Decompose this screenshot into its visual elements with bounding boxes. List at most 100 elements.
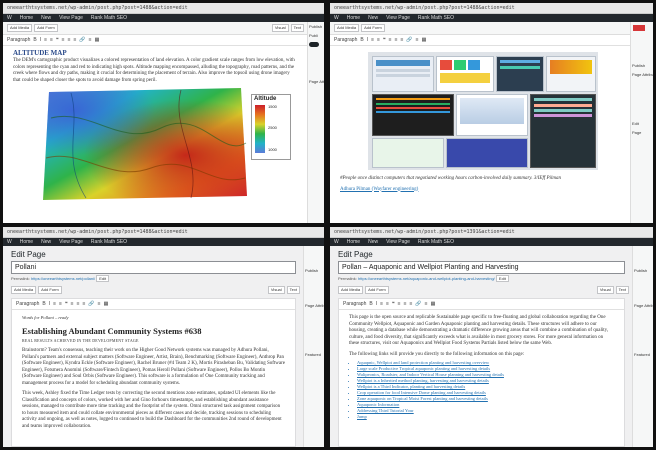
- address-bar[interactable]: oneearthtsystems.net/wp-admin/post.php?p…: [330, 227, 653, 238]
- format-select[interactable]: Paragraph: [343, 301, 366, 307]
- bold-icon[interactable]: B: [42, 301, 45, 307]
- add-media-button[interactable]: Add Media: [11, 286, 37, 294]
- add-media-button[interactable]: Add Media: [338, 286, 364, 294]
- italic-icon[interactable]: I: [367, 37, 368, 43]
- more-icon[interactable]: ≡: [416, 37, 419, 43]
- toggle-switch[interactable]: [309, 42, 319, 47]
- add-form-button[interactable]: Add Form: [38, 286, 62, 294]
- align-right-icon[interactable]: ≡: [73, 37, 76, 43]
- wp-logo-icon[interactable]: W: [7, 14, 12, 22]
- bullet-list-icon[interactable]: ≡: [44, 37, 47, 43]
- sidebar-edit[interactable]: Edit: [631, 119, 653, 128]
- admin-view-page-link[interactable]: View Page: [386, 14, 410, 22]
- numbered-list-icon[interactable]: ≡: [386, 301, 389, 307]
- link-icon[interactable]: 🔗: [415, 301, 421, 307]
- admin-new-link[interactable]: New: [368, 14, 378, 22]
- admin-seo-link[interactable]: Rank Math SEO: [418, 238, 454, 246]
- align-left-icon[interactable]: ≡: [389, 37, 392, 43]
- sidebar-page-attributes[interactable]: Page Attributes: [633, 301, 653, 310]
- admin-seo-link[interactable]: Rank Math SEO: [91, 238, 127, 246]
- list-item[interactable]: Jump: [357, 414, 624, 420]
- permalink-edit-button[interactable]: Edit: [96, 275, 110, 282]
- tab-visual[interactable]: Visual: [271, 24, 289, 32]
- bullet-list-icon[interactable]: ≡: [371, 37, 374, 43]
- caption-anchor[interactable]: Adhura Pilman (Wayfarer engineering): [340, 187, 418, 192]
- admin-seo-link[interactable]: Rank Math SEO: [91, 14, 127, 22]
- italic-icon[interactable]: I: [49, 301, 50, 307]
- align-right-icon[interactable]: ≡: [82, 301, 85, 307]
- admin-view-page-link[interactable]: View Page: [59, 14, 83, 22]
- address-bar[interactable]: oneearthtsystems.net/wp-admin/post.php?p…: [330, 3, 653, 14]
- toolbar-toggle-icon[interactable]: ▦: [431, 301, 436, 307]
- tab-visual[interactable]: Visual: [596, 286, 614, 294]
- address-bar[interactable]: oneearthtsystems.net/wp-admin/post.php?p…: [3, 227, 324, 238]
- publish-button[interactable]: [633, 25, 645, 31]
- wp-logo-icon[interactable]: W: [7, 238, 12, 246]
- admin-home-link[interactable]: Home: [347, 238, 360, 246]
- sidebar-page-attributes[interactable]: Page Attributes: [308, 77, 324, 86]
- bold-icon[interactable]: B: [369, 301, 372, 307]
- add-media-button[interactable]: Add Media: [7, 24, 33, 32]
- admin-home-link[interactable]: Home: [20, 238, 33, 246]
- caption-link[interactable]: Adhura Pilman (Wayfarer engineering): [330, 183, 631, 194]
- quote-icon[interactable]: ❝: [65, 301, 68, 307]
- sidebar-publish[interactable]: Publish: [308, 22, 324, 31]
- bold-icon[interactable]: B: [33, 37, 36, 43]
- link-icon[interactable]: 🔗: [88, 301, 94, 307]
- permalink-edit-button[interactable]: Edit: [495, 275, 509, 282]
- post-title-input[interactable]: Pollan – Aquaponic and Wellpiot Planting…: [338, 261, 625, 274]
- admin-view-page-link[interactable]: View Page: [386, 238, 410, 246]
- align-center-icon[interactable]: ≡: [404, 301, 407, 307]
- more-icon[interactable]: ≡: [89, 37, 92, 43]
- format-select[interactable]: Paragraph: [334, 37, 357, 43]
- more-icon[interactable]: ≡: [425, 301, 428, 307]
- admin-home-link[interactable]: Home: [347, 14, 360, 22]
- editor-frame[interactable]: Paragraph B I ≡ ≡ ❝ ≡ ≡ ≡ 🔗 ≡ ▦ Words fo…: [11, 298, 296, 447]
- toolbar-toggle-icon[interactable]: ▦: [104, 301, 109, 307]
- numbered-list-icon[interactable]: ≡: [377, 37, 380, 43]
- align-right-icon[interactable]: ≡: [400, 37, 403, 43]
- admin-seo-link[interactable]: Rank Math SEO: [418, 14, 454, 22]
- align-right-icon[interactable]: ≡: [409, 301, 412, 307]
- bullet-list-icon[interactable]: ≡: [380, 301, 383, 307]
- admin-new-link[interactable]: New: [41, 14, 51, 22]
- numbered-list-icon[interactable]: ≡: [50, 37, 53, 43]
- add-media-button[interactable]: Add Media: [334, 24, 360, 32]
- sidebar-page-attributes[interactable]: Page Attributes: [631, 70, 653, 79]
- italic-icon[interactable]: I: [40, 37, 41, 43]
- add-form-button[interactable]: Add Form: [361, 24, 385, 32]
- admin-view-page-link[interactable]: View Page: [59, 238, 83, 246]
- link-icon[interactable]: 🔗: [406, 37, 412, 43]
- admin-new-link[interactable]: New: [41, 238, 51, 246]
- quote-icon[interactable]: ❝: [383, 37, 386, 43]
- sidebar-featured[interactable]: Featured: [304, 350, 324, 359]
- sidebar-page-attributes[interactable]: Page Attributes: [304, 301, 324, 310]
- permalink-url[interactable]: https://oneearthtsystems.net/pollani/: [31, 276, 95, 281]
- tab-text[interactable]: Text: [286, 286, 300, 294]
- bullet-list-icon[interactable]: ≡: [53, 301, 56, 307]
- format-select[interactable]: Paragraph: [7, 37, 30, 43]
- tab-text[interactable]: Text: [290, 24, 304, 32]
- format-select[interactable]: Paragraph: [16, 301, 39, 307]
- toolbar-toggle-icon[interactable]: ▦: [422, 37, 427, 43]
- post-title-input[interactable]: Pollani: [11, 261, 296, 274]
- numbered-list-icon[interactable]: ≡: [59, 301, 62, 307]
- tab-visual[interactable]: Visual: [267, 286, 285, 294]
- align-center-icon[interactable]: ≡: [77, 301, 80, 307]
- tab-text[interactable]: Text: [615, 286, 629, 294]
- link-icon[interactable]: 🔗: [79, 37, 85, 43]
- quote-icon[interactable]: ❝: [56, 37, 59, 43]
- sidebar-featured[interactable]: Featured: [633, 350, 653, 359]
- address-bar[interactable]: oneearthtsystems.net/wp-admin/post.php?p…: [3, 3, 324, 14]
- align-left-icon[interactable]: ≡: [398, 301, 401, 307]
- admin-home-link[interactable]: Home: [20, 14, 33, 22]
- permalink-url[interactable]: https://oneearthtsystems.net/aquaponic-a…: [358, 276, 495, 281]
- sidebar-page[interactable]: Page: [631, 128, 653, 137]
- admin-new-link[interactable]: New: [368, 238, 378, 246]
- align-center-icon[interactable]: ≡: [395, 37, 398, 43]
- add-form-button[interactable]: Add Form: [34, 24, 58, 32]
- align-left-icon[interactable]: ≡: [62, 37, 65, 43]
- wp-logo-icon[interactable]: W: [334, 14, 339, 22]
- add-form-button[interactable]: Add Form: [365, 286, 389, 294]
- quote-icon[interactable]: ❝: [392, 301, 395, 307]
